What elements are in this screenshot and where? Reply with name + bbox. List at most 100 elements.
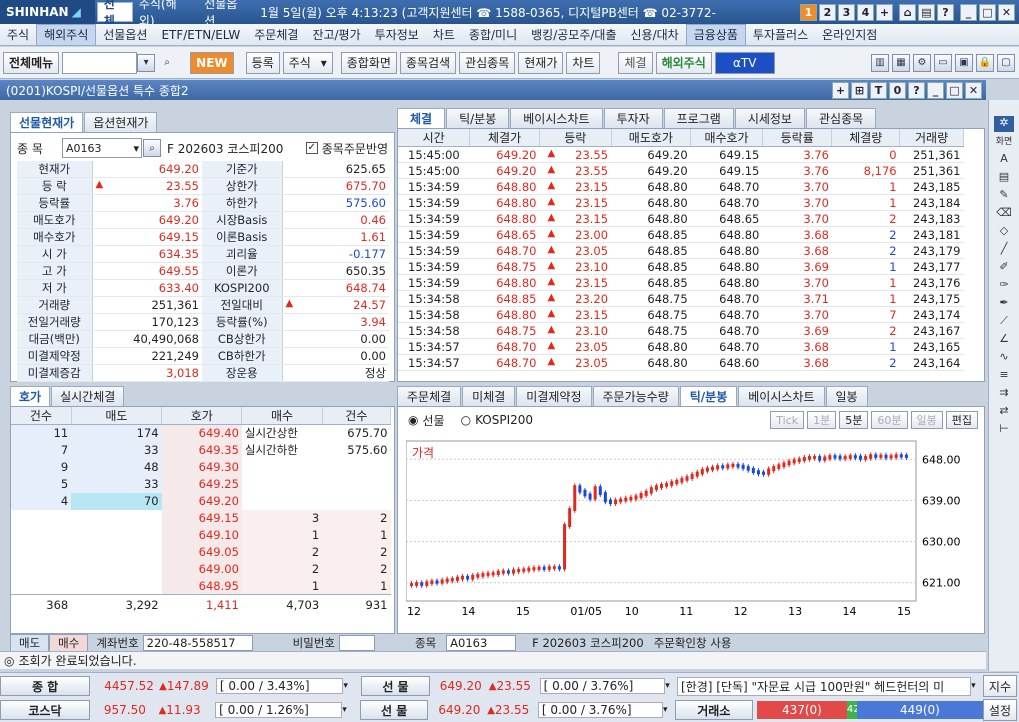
account-select[interactable]: 220-48-558517 xyxy=(142,635,253,651)
radio-kospi200[interactable]: ○ xyxy=(461,413,471,427)
win-close-icon[interactable]: ✕ xyxy=(965,81,982,99)
wave-icon[interactable]: ∿ xyxy=(994,350,1014,366)
menu-item-5[interactable]: 잔고/평가 xyxy=(305,24,367,46)
bid-price[interactable]: 649.15 xyxy=(161,509,242,527)
stock-select[interactable]: 주식 ▾ xyxy=(282,51,333,74)
menu-item-1[interactable]: 해외주식 xyxy=(36,23,97,46)
dropdown-icon-3[interactable]: ▾ xyxy=(971,681,983,691)
screen-2-button[interactable]: 2 xyxy=(819,3,836,21)
search-icon[interactable]: ⌕ xyxy=(158,54,176,72)
menu-item-4[interactable]: 주문체결 xyxy=(247,24,305,46)
draw-icon[interactable]: ✎ xyxy=(994,188,1014,204)
help-icon[interactable]: ? xyxy=(937,3,954,21)
win-maximize-icon[interactable]: □ xyxy=(946,81,963,99)
fib-icon[interactable]: ≡ xyxy=(994,368,1014,384)
period-button-5[interactable]: 편집 xyxy=(945,411,978,429)
chart-tab-6[interactable]: 일봉 xyxy=(825,386,868,406)
gear-icon[interactable]: ✲ xyxy=(994,116,1014,132)
pin-icon[interactable]: + xyxy=(832,81,849,99)
bid-price[interactable]: 649.00 xyxy=(161,560,242,578)
code-search-icon[interactable]: ⌕ xyxy=(143,139,161,157)
trade-tab-5[interactable]: 시세정보 xyxy=(734,108,805,128)
zero-icon[interactable]: 0 xyxy=(889,81,906,99)
trade-tab-0[interactable]: 체결 xyxy=(397,108,446,128)
chart-tab-5[interactable]: 베이시스차트 xyxy=(738,386,825,406)
menu-item-6[interactable]: 투자정보 xyxy=(368,24,426,46)
home-icon[interactable]: ⌂ xyxy=(899,3,916,21)
stock-search-button[interactable]: 종목검색 xyxy=(399,51,457,74)
tab-futures-price[interactable]: 선물현재가 xyxy=(10,112,84,132)
trade-tab-6[interactable]: 관심종목 xyxy=(805,108,877,128)
ask-price[interactable]: 649.20 xyxy=(161,492,242,510)
radio-futures[interactable]: ◉ xyxy=(408,413,418,427)
settings-button[interactable]: 설정 xyxy=(982,699,1017,721)
tab-stock-overseas[interactable]: 주식(해외) xyxy=(133,0,198,28)
period-button-1[interactable]: 1분 xyxy=(807,411,837,429)
pen-icon[interactable]: ✐ xyxy=(994,260,1014,276)
menu-search-input[interactable] xyxy=(62,51,138,74)
all-menu-button[interactable]: 전체메뉴 xyxy=(3,51,60,74)
dropdown-icon[interactable]: ▾ xyxy=(137,53,156,72)
alpha-tv-button[interactable]: αTV xyxy=(714,51,775,74)
sell-tab[interactable]: 매도 xyxy=(10,634,50,652)
bid-price[interactable]: 649.05 xyxy=(161,543,242,561)
calculator-icon[interactable]: ▦ xyxy=(892,53,910,72)
add-screen-button[interactable]: + xyxy=(876,3,893,21)
tab-orderbook[interactable]: 호가 xyxy=(10,386,51,406)
chart-tab-3[interactable]: 주문가능수량 xyxy=(592,386,679,406)
menu-item-2[interactable]: 선물옵션 xyxy=(96,24,154,46)
win-minimize-icon[interactable]: _ xyxy=(927,81,944,99)
bid-price[interactable]: 649.10 xyxy=(161,526,242,544)
conclusion-button[interactable]: 체결 xyxy=(618,51,653,74)
layout-icon[interactable]: ▭ xyxy=(934,53,952,72)
menu-item-8[interactable]: 종합/미니 xyxy=(462,24,524,46)
trade-tab-1[interactable]: 틱/분봉 xyxy=(446,108,510,128)
menu-item-10[interactable]: 신용/대차 xyxy=(624,24,686,46)
chart-tab-2[interactable]: 미결제약정 xyxy=(516,386,592,406)
trade-tab-3[interactable]: 투자자 xyxy=(603,108,663,128)
ask-price[interactable]: 649.40 xyxy=(161,424,242,442)
arrow-icon[interactable]: ⇄ xyxy=(994,404,1014,420)
register-button[interactable]: 등록 xyxy=(245,51,280,74)
code-input[interactable]: A0163 ▾ xyxy=(62,138,142,158)
ask-price[interactable]: 649.35 xyxy=(161,441,242,459)
period-button-0[interactable]: Tick xyxy=(770,411,805,429)
password-input[interactable] xyxy=(339,635,375,651)
ask-price[interactable]: 649.25 xyxy=(161,475,242,493)
order-code-input[interactable]: A0163 xyxy=(446,635,517,651)
trade-tab-4[interactable]: 프로그램 xyxy=(663,108,734,128)
screen-icon[interactable]: ▢ xyxy=(997,53,1015,72)
tab-options-price[interactable]: 옵션현재가 xyxy=(84,112,158,132)
period-button-4[interactable]: 일봉 xyxy=(910,411,943,429)
pen3-icon[interactable]: ✒ xyxy=(994,296,1014,312)
bid-price[interactable]: 648.95 xyxy=(161,577,242,595)
watchlist-button[interactable]: 관심종목 xyxy=(459,51,516,74)
menu-item-9[interactable]: 뱅킹/공모주/대출 xyxy=(524,24,623,46)
print-icon[interactable]: ▤ xyxy=(918,3,935,21)
menu-item-3[interactable]: ETF/ETN/ELW xyxy=(154,24,247,46)
dropdown-icon-5[interactable]: ▾ xyxy=(663,705,675,715)
measure-icon[interactable]: ⊢ xyxy=(994,422,1014,438)
overseas-stock-button[interactable]: 해외주식 xyxy=(655,51,712,74)
printer-icon[interactable]: ▥ xyxy=(871,53,889,72)
channel-icon[interactable]: ⇉ xyxy=(994,386,1014,402)
chart-tab-4[interactable]: 틱/분봉 xyxy=(679,386,738,406)
menu-item-7[interactable]: 차트 xyxy=(426,24,462,46)
dropdown-icon-1[interactable]: ▾ xyxy=(343,681,355,691)
new-button[interactable]: NEW xyxy=(190,51,234,74)
menu-item-0[interactable]: 주식 xyxy=(0,24,36,46)
grid-icon[interactable]: ▤ xyxy=(994,170,1014,186)
line-icon[interactable]: ╱ xyxy=(994,242,1014,258)
lock-icon[interactable]: 🔒 xyxy=(976,53,994,72)
current-price-button[interactable]: 현재가 xyxy=(518,51,564,74)
menu-item-11[interactable]: 금융상품 xyxy=(685,23,746,46)
buy-tab[interactable]: 매수 xyxy=(49,634,89,652)
screen-1-button[interactable]: 1 xyxy=(800,3,817,21)
price-chart[interactable]: 648.00 639.00 630.00 621.00 12 14 15 01/05 10 11 1… xyxy=(406,437,970,615)
window-icon[interactable]: ▣ xyxy=(955,53,973,72)
tab-all[interactable]: 전체 xyxy=(96,0,133,28)
screen-3-button[interactable]: 3 xyxy=(838,3,855,21)
tab-futures[interactable]: 선물옵션 xyxy=(198,0,254,28)
order-reflect-checkbox[interactable]: ✓ xyxy=(305,142,318,154)
dropdown-icon-4[interactable]: ▾ xyxy=(342,705,354,715)
